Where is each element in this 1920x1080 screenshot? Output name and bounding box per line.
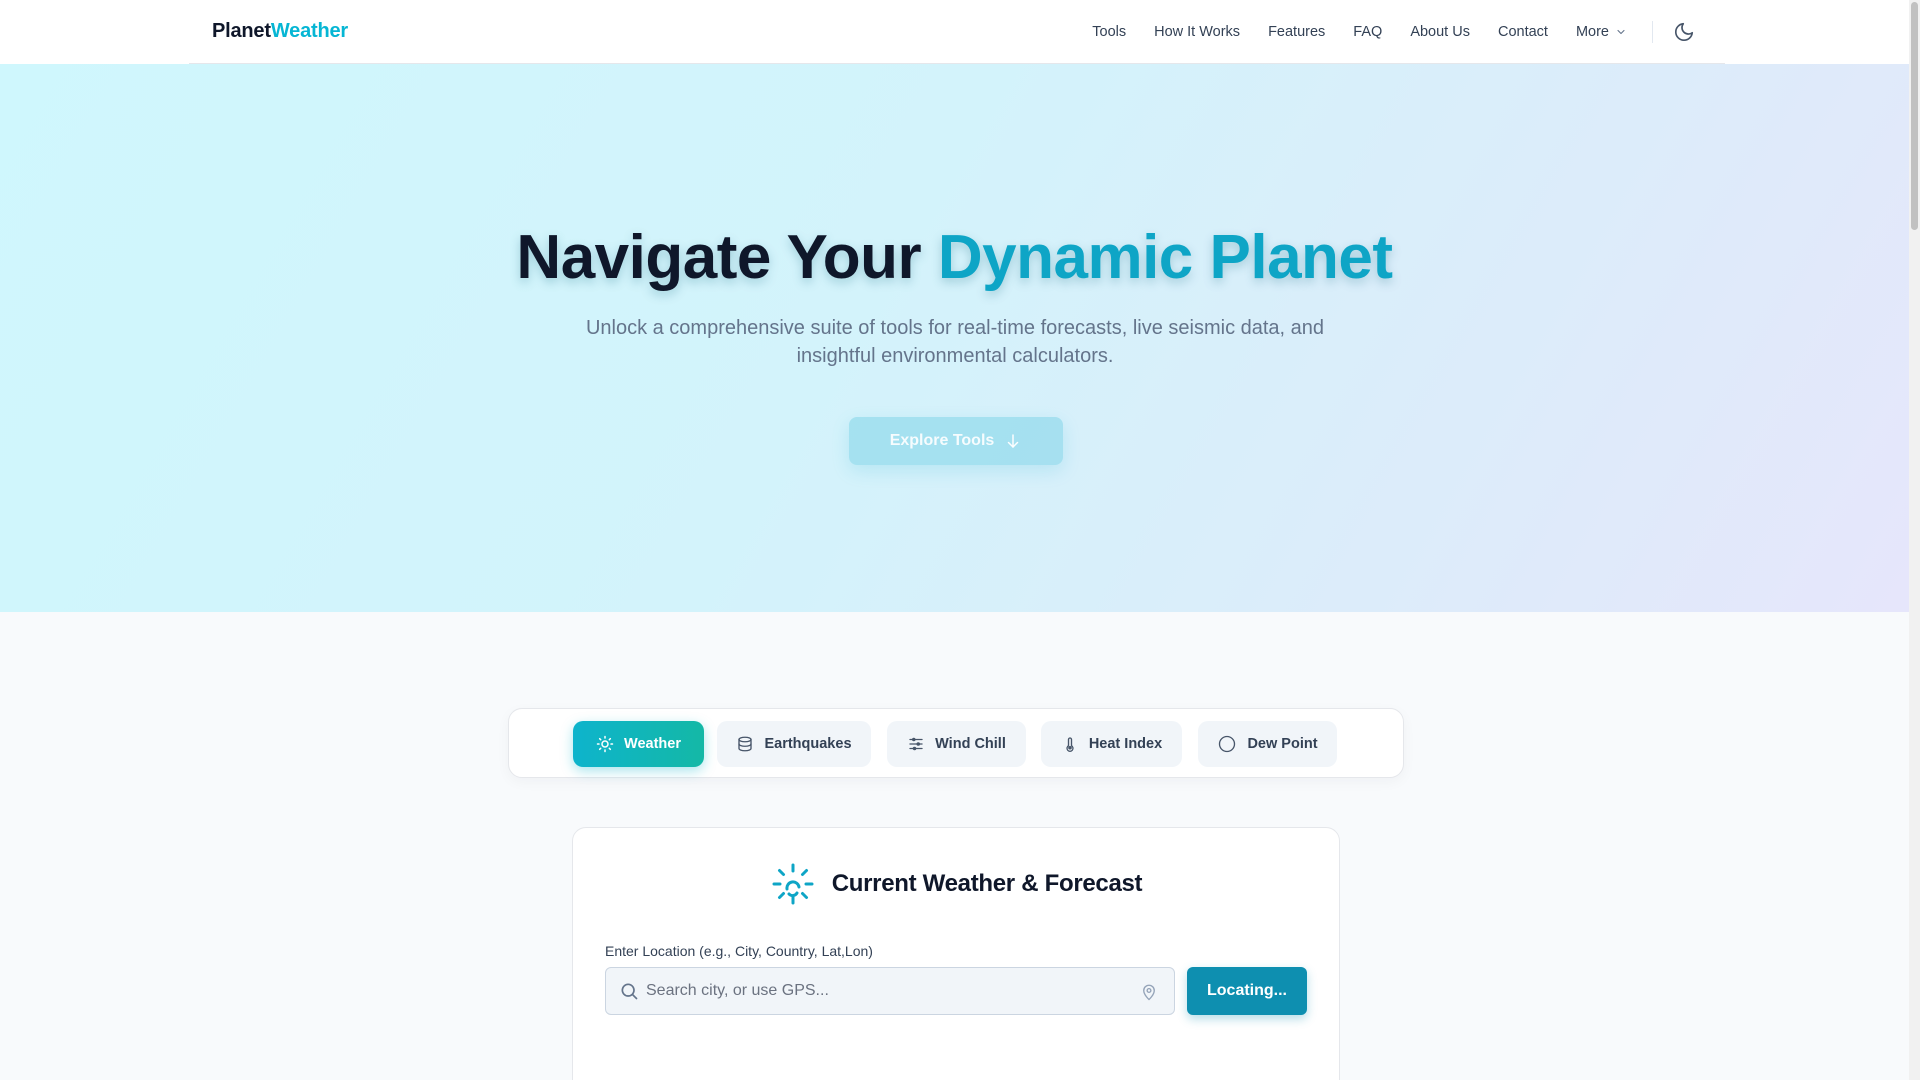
moon-icon[interactable] [1673, 21, 1695, 43]
weather-card: Current Weather & Forecast Enter Locatio… [572, 827, 1340, 1080]
explore-tools-label: Explore Tools [889, 432, 995, 449]
hero-section: Navigate Your Dynamic Planet Unlock a co… [0, 64, 1909, 612]
tool-tabs: Weather Earthquakes Wind Chill Heat Inde… [508, 708, 1404, 778]
weather-card-title: Current Weather & Forecast [831, 870, 1143, 897]
tab-dew-point[interactable]: Dew Point [1198, 721, 1337, 767]
map-pin-icon[interactable] [1140, 982, 1158, 1002]
tab-heat-index-label: Heat Index [1088, 736, 1163, 752]
location-search-box [605, 967, 1175, 1015]
tab-weather-label: Weather [624, 736, 681, 752]
nav-item-contact[interactable]: Contact [1498, 24, 1548, 40]
nav-item-how-it-works[interactable]: How It Works [1154, 24, 1240, 40]
hero-title: Navigate Your Dynamic Planet [0, 222, 1909, 293]
tab-wind-chill[interactable]: Wind Chill [887, 721, 1026, 767]
sun-icon [596, 735, 614, 753]
tab-earthquakes-label: Earthquakes [764, 736, 852, 752]
scrollbar-thumb[interactable] [1911, 2, 1918, 230]
nav-item-faq[interactable]: FAQ [1353, 24, 1382, 40]
header-container: PlanetWeather Tools How It Works Feature… [189, 0, 1725, 64]
brand-name-part2: Weather [270, 20, 348, 42]
tab-dew-point-label: Dew Point [1247, 736, 1318, 752]
main-nav: Tools How It Works Features FAQ About Us… [1092, 0, 1627, 64]
location-field-label: Enter Location (e.g., City, Country, Lat… [605, 943, 873, 959]
sun-spinner-icon [772, 863, 814, 905]
layers-icon [738, 736, 753, 752]
tab-heat-index[interactable]: Heat Index [1041, 721, 1182, 767]
hero-title-main: Navigate Your [516, 223, 938, 292]
nav-item-more[interactable]: More [1576, 24, 1627, 40]
tab-wind-chill-label: Wind Chill [935, 736, 1006, 752]
page-scrollbar[interactable] [1909, 0, 1920, 1080]
chevron-down-icon [1617, 29, 1625, 35]
nav-item-features[interactable]: Features [1268, 24, 1325, 40]
arrow-down-icon [1008, 434, 1019, 448]
nav-more-label: More [1575, 24, 1609, 40]
search-icon [621, 983, 638, 1000]
tab-weather[interactable]: Weather [573, 721, 704, 767]
weather-card-header: Current Weather & Forecast [573, 862, 1341, 906]
sliders-icon [909, 737, 923, 751]
nav-divider [1652, 21, 1653, 43]
circle-icon [1219, 735, 1236, 753]
brand-logo[interactable]: PlanetWeather [212, 20, 348, 43]
location-search-input[interactable] [646, 968, 1126, 1014]
thermometer-icon [1066, 737, 1074, 752]
hero-subtitle: Unlock a comprehensive suite of tools fo… [585, 317, 1325, 367]
locate-button[interactable]: Locating... [1187, 967, 1307, 1015]
explore-tools-button[interactable]: Explore Tools [849, 417, 1063, 465]
nav-item-about-us[interactable]: About Us [1410, 24, 1470, 40]
site-header: PlanetWeather Tools How It Works Feature… [0, 0, 1909, 64]
nav-item-tools[interactable]: Tools [1092, 24, 1126, 40]
brand-name-part1: Planet [212, 20, 271, 42]
tab-earthquakes[interactable]: Earthquakes [717, 721, 871, 767]
hero-title-accent: Dynamic Planet [937, 223, 1393, 292]
